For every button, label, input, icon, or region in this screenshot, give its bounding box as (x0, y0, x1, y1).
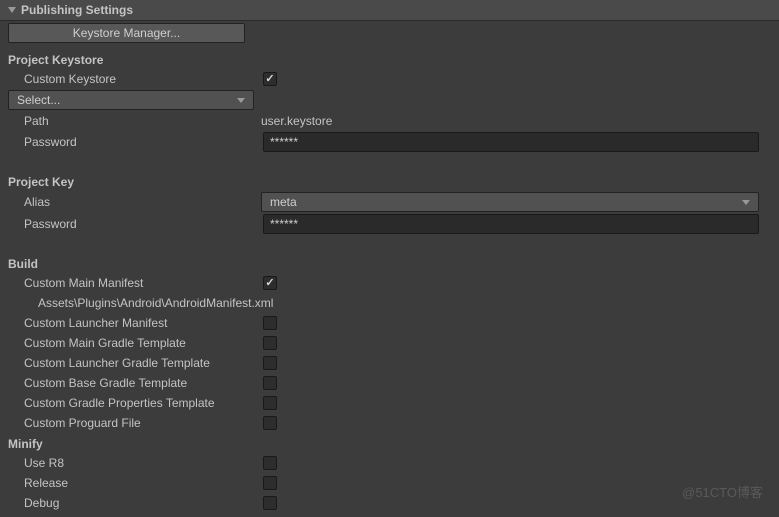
keystore-path-label: Path (8, 114, 261, 128)
release-label: Release (8, 476, 261, 490)
build-title: Build (8, 253, 771, 273)
chevron-down-icon (237, 98, 245, 103)
watermark: @51CTO博客 (682, 482, 763, 501)
custom-proguard-checkbox[interactable] (263, 416, 277, 430)
project-key-title: Project Key (8, 171, 771, 191)
custom-proguard-label: Custom Proguard File (8, 416, 261, 430)
custom-gradle-properties-checkbox[interactable] (263, 396, 277, 410)
custom-launcher-gradle-label: Custom Launcher Gradle Template (8, 356, 261, 370)
keystore-password-input[interactable] (263, 132, 759, 152)
alias-label: Alias (8, 195, 261, 209)
custom-main-gradle-checkbox[interactable] (263, 336, 277, 350)
custom-main-manifest-label: Custom Main Manifest (8, 276, 261, 290)
use-r8-label: Use R8 (8, 456, 261, 470)
release-checkbox[interactable] (263, 476, 277, 490)
custom-base-gradle-checkbox[interactable] (263, 376, 277, 390)
debug-checkbox[interactable] (263, 496, 277, 510)
custom-main-manifest-checkbox[interactable] (263, 276, 277, 290)
key-password-input[interactable] (263, 214, 759, 234)
custom-base-gradle-label: Custom Base Gradle Template (8, 376, 261, 390)
custom-launcher-manifest-checkbox[interactable] (263, 316, 277, 330)
custom-launcher-gradle-checkbox[interactable] (263, 356, 277, 370)
keystore-select-dropdown[interactable]: Select... (8, 90, 254, 110)
minify-title: Minify (8, 433, 771, 453)
custom-main-gradle-label: Custom Main Gradle Template (8, 336, 261, 350)
foldout-arrow-icon (8, 7, 16, 13)
manifest-path-value: Assets\Plugins\Android\AndroidManifest.x… (8, 296, 273, 310)
keystore-path-value: user.keystore (261, 114, 332, 128)
keystore-password-label: Password (8, 135, 261, 149)
chevron-down-icon (742, 200, 750, 205)
custom-keystore-label: Custom Keystore (8, 72, 261, 86)
section-title: Publishing Settings (21, 3, 133, 17)
debug-label: Debug (8, 496, 261, 510)
alias-value: meta (270, 195, 297, 209)
custom-gradle-properties-label: Custom Gradle Properties Template (8, 396, 261, 410)
alias-dropdown[interactable]: meta (261, 192, 759, 212)
project-keystore-title: Project Keystore (8, 49, 771, 69)
keystore-select-label: Select... (17, 93, 60, 107)
custom-keystore-checkbox[interactable] (263, 72, 277, 86)
use-r8-checkbox[interactable] (263, 456, 277, 470)
key-password-label: Password (8, 217, 261, 231)
keystore-manager-button[interactable]: Keystore Manager... (8, 23, 245, 43)
custom-launcher-manifest-label: Custom Launcher Manifest (8, 316, 261, 330)
keystore-manager-label: Keystore Manager... (73, 26, 180, 40)
publishing-settings-header[interactable]: Publishing Settings (0, 0, 779, 21)
